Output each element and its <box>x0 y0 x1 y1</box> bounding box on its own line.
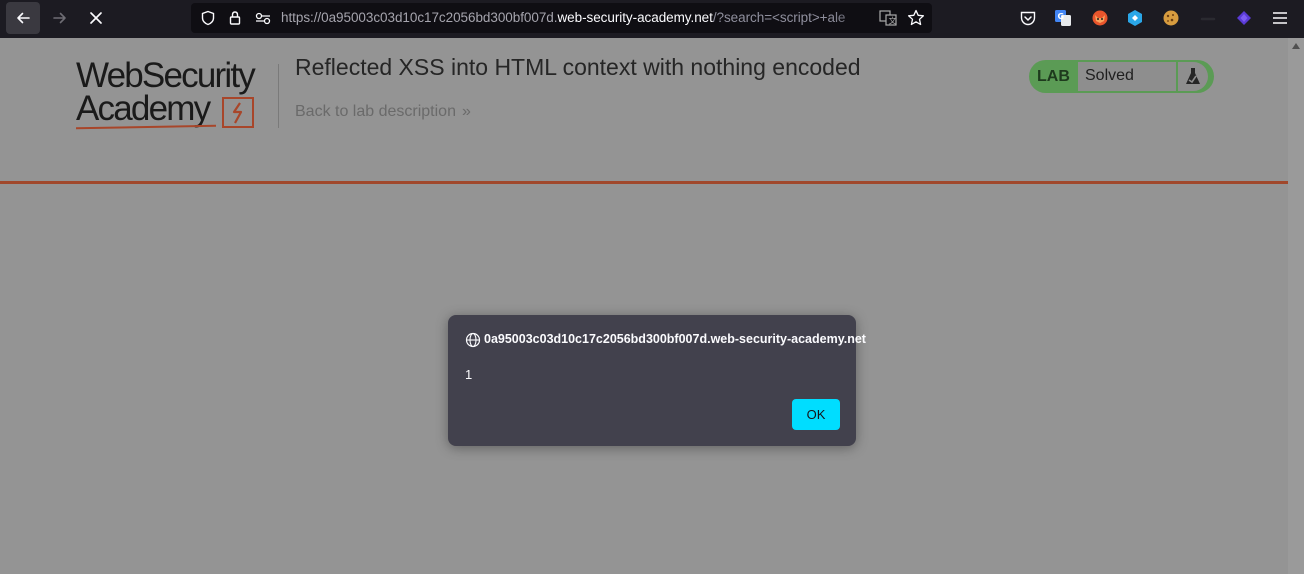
dash-icon[interactable] <box>1199 9 1217 27</box>
url-prefix: https://0a95003c03d10c17c2056bd300bf007d… <box>281 10 558 25</box>
header-divider <box>278 64 279 128</box>
alert-dialog: 0a95003c03d10c17c2056bd300bf007d.web-sec… <box>448 315 866 446</box>
url-fade <box>831 3 886 33</box>
dialog-origin-text: 0a95003c03d10c17c2056bd300bf007d.web-sec… <box>484 332 866 346</box>
back-button[interactable] <box>6 2 40 34</box>
double-chevron-right-icon: » <box>461 103 471 120</box>
close-icon <box>90 12 102 24</box>
lab-status-badge: LAB Solved <box>1029 60 1214 93</box>
hexagon-icon[interactable] <box>1126 9 1144 27</box>
forward-button[interactable] <box>43 2 77 34</box>
ok-button[interactable]: OK <box>792 399 840 430</box>
url-query: /?search=<script>+ale <box>712 10 846 25</box>
dialog-message: 1 <box>465 367 473 382</box>
arrow-left-icon <box>17 12 30 24</box>
lab-title: Reflected XSS into HTML context with not… <box>295 54 861 80</box>
back-to-lab-description-link[interactable]: Back to lab description » <box>295 103 471 121</box>
menu-icon[interactable] <box>1271 9 1289 27</box>
arrow-right-icon <box>53 12 66 24</box>
logo-line-2: Academy <box>76 89 211 128</box>
url-text[interactable]: https://0a95003c03d10c17c2056bd300bf007d… <box>281 10 881 28</box>
translate-icon[interactable]: G <box>1054 9 1072 27</box>
lab-header: WebSecurity Academy Reflected XSS into H… <box>0 38 1288 183</box>
header-accent-rule <box>0 181 1288 184</box>
scroll-up-arrow-icon[interactable] <box>1292 43 1300 49</box>
fox-icon[interactable] <box>1091 9 1109 27</box>
svg-text:文: 文 <box>889 16 897 26</box>
bookmark-star-icon[interactable] <box>907 9 925 27</box>
scrollbar[interactable] <box>1288 38 1304 574</box>
svg-text:G: G <box>1058 12 1065 21</box>
translate-page-icon[interactable]: 文 <box>879 9 897 27</box>
logo-lightning-icon <box>222 97 254 128</box>
pocket-icon[interactable] <box>1019 9 1037 27</box>
stop-button[interactable] <box>79 2 113 34</box>
url-host: web-security-academy.net <box>557 10 713 25</box>
lock-icon[interactable] <box>227 10 243 26</box>
lab-badge-label: LAB <box>1037 68 1070 85</box>
web-security-academy-logo[interactable]: WebSecurity Academy <box>75 58 276 132</box>
permissions-icon[interactable] <box>254 10 272 26</box>
status-text: Solved <box>1085 67 1134 84</box>
status-solved: Solved <box>1078 62 1176 91</box>
back-link-label: Back to lab description <box>295 103 456 120</box>
diamond-icon[interactable] <box>1235 9 1253 27</box>
address-bar[interactable]: https://0a95003c03d10c17c2056bd300bf007d… <box>191 3 932 33</box>
shield-icon[interactable] <box>200 10 216 26</box>
cookie-icon[interactable] <box>1162 9 1180 27</box>
browser-toolbar: https://0a95003c03d10c17c2056bd300bf007d… <box>0 0 1304 38</box>
globe-icon <box>465 332 481 348</box>
flask-icon <box>1178 62 1208 91</box>
